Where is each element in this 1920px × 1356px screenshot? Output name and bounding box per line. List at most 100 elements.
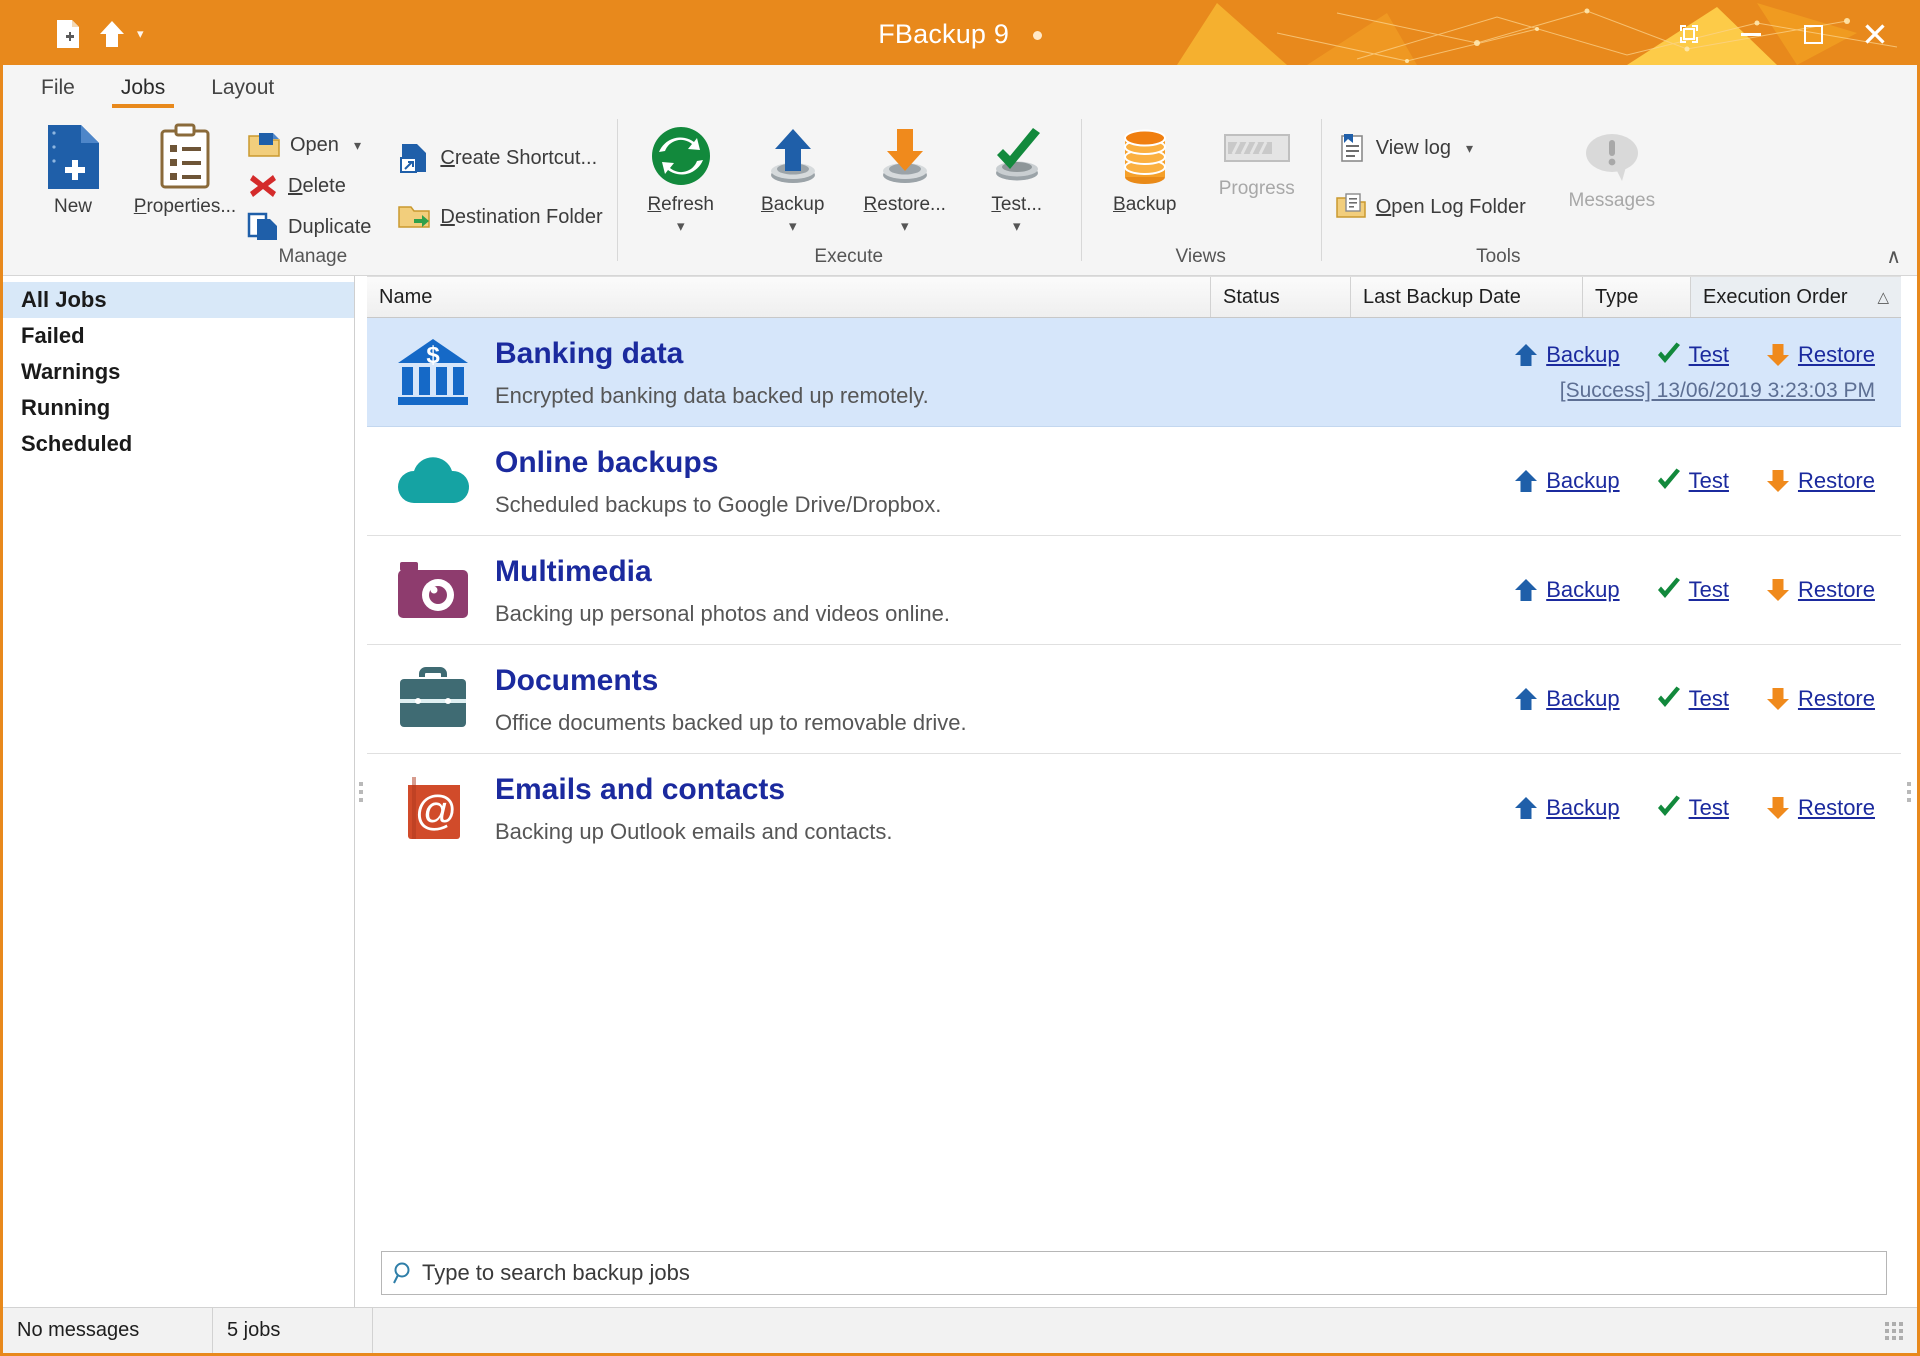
jobs-column-header: Name Status Last Backup Date Type Execut… <box>367 276 1901 318</box>
check-icon <box>1657 468 1680 489</box>
search-icon <box>393 1262 410 1284</box>
maximize-icon <box>1803 24 1823 44</box>
job-actions: Backup Test Restore <box>1401 577 1901 603</box>
row-restore-action[interactable]: Restore <box>1765 468 1875 494</box>
messages-button-label: Messages <box>1568 190 1656 211</box>
column-header-type[interactable]: Type <box>1583 277 1691 317</box>
left-splitter[interactable] <box>355 276 367 1307</box>
test-button[interactable]: Test... ▾ <box>963 117 1071 234</box>
main-area: All Jobs Failed Warnings Running Schedul… <box>3 276 1917 1307</box>
row-backup-action[interactable]: Backup <box>1513 468 1620 494</box>
row-restore-action[interactable]: Restore <box>1765 342 1875 368</box>
row-test-action[interactable]: Test <box>1656 577 1729 603</box>
restore-down-button[interactable] <box>1661 10 1717 58</box>
table-row[interactable]: Multimedia Backing up personal photos an… <box>367 536 1901 645</box>
table-row[interactable]: Documents Office documents backed up to … <box>367 645 1901 754</box>
open-log-folder-button[interactable]: Open Log Folder <box>1331 191 1530 223</box>
job-last-backup-status[interactable]: [Success] 13/06/2019 3:23:03 PM <box>1401 379 1875 403</box>
row-test-action[interactable]: Test <box>1656 468 1729 494</box>
row-restore-label: Restore <box>1797 795 1875 820</box>
row-test-label: Test <box>1688 468 1729 493</box>
job-actions: Backup Test Restore [Success] 13/06/2019… <box>1401 342 1901 403</box>
column-header-name[interactable]: Name <box>367 277 1211 317</box>
row-backup-action[interactable]: Backup <box>1513 795 1620 821</box>
restore-down-icon <box>1680 25 1698 43</box>
close-button[interactable]: ✕ <box>1847 10 1903 58</box>
chevron-down-icon[interactable]: ▾ <box>354 137 361 154</box>
camera-icon <box>393 550 473 630</box>
sidebar-item-running[interactable]: Running <box>3 390 354 426</box>
table-row[interactable]: $ Banking data Encrypted banking data ba… <box>367 318 1901 427</box>
tab-file[interactable]: File <box>21 72 95 109</box>
row-test-action[interactable]: Test <box>1656 795 1729 821</box>
right-splitter[interactable] <box>1901 276 1917 1307</box>
search-box[interactable]: Type to search backup jobs <box>381 1251 1887 1295</box>
column-header-execution-order[interactable]: Execution Order △ <box>1691 277 1901 317</box>
test-button-label: Test... <box>991 194 1043 215</box>
job-actions: Backup Test Restore <box>1401 686 1901 712</box>
sidebar-item-scheduled[interactable]: Scheduled <box>3 426 354 462</box>
sidebar-item-all-jobs[interactable]: All Jobs <box>3 282 354 318</box>
check-icon <box>1657 686 1680 707</box>
row-backup-action[interactable]: Backup <box>1513 342 1620 368</box>
restore-button-label: Restore... <box>863 194 946 215</box>
destination-folder-button[interactable]: Destination Folder <box>393 201 606 233</box>
open-button[interactable]: Open ▾ <box>243 129 375 161</box>
new-button-label: New <box>53 196 92 217</box>
maximize-button[interactable] <box>1785 10 1841 58</box>
chevron-down-icon[interactable]: ▾ <box>901 219 909 234</box>
row-backup-label: Backup <box>1546 795 1620 820</box>
ribbon-group-tools: View log ▾ Open Log Folder Messages Tool… <box>1320 109 1676 275</box>
restore-button[interactable]: Restore... ▾ <box>851 117 959 234</box>
chevron-down-icon[interactable]: ▾ <box>137 26 144 42</box>
open-folder-icon <box>247 130 281 160</box>
backup-icon[interactable] <box>95 17 129 51</box>
column-header-status[interactable]: Status <box>1211 277 1351 317</box>
table-row[interactable]: Online backups Scheduled backups to Goog… <box>367 427 1901 536</box>
delete-button[interactable]: Delete <box>243 170 375 202</box>
new-job-icon[interactable] <box>51 17 85 51</box>
properties-button[interactable]: Properties... <box>131 117 239 218</box>
chevron-down-icon[interactable]: ▾ <box>1466 140 1473 157</box>
backup-execute-button[interactable]: Backup ▾ <box>739 117 847 234</box>
column-header-last-backup-date[interactable]: Last Backup Date <box>1351 277 1583 317</box>
row-test-action[interactable]: Test <box>1656 342 1729 368</box>
views-backup-button[interactable]: Backup <box>1091 117 1199 216</box>
row-test-action[interactable]: Test <box>1656 686 1729 712</box>
new-button[interactable]: New <box>19 117 127 218</box>
row-restore-action[interactable]: Restore <box>1765 577 1875 603</box>
status-resize-area[interactable] <box>373 1308 1917 1353</box>
collapse-ribbon-button[interactable]: ∧ <box>1886 244 1901 269</box>
ribbon-group-label-execute: Execute <box>814 246 884 267</box>
duplicate-button[interactable]: Duplicate <box>243 211 375 243</box>
backup-up-arrow-icon <box>760 123 826 189</box>
refresh-button[interactable]: Refresh ▾ <box>627 117 735 234</box>
briefcase-icon <box>393 659 473 739</box>
row-backup-action[interactable]: Backup <box>1513 577 1620 603</box>
shortcut-icon <box>397 142 431 174</box>
ribbon-content: New Properties... Open ▾ Delete Duplicat… <box>3 109 1917 275</box>
chevron-down-icon[interactable]: ▾ <box>789 219 797 234</box>
job-title: Multimedia <box>495 554 652 588</box>
minimize-button[interactable] <box>1723 10 1779 58</box>
search-input[interactable]: Type to search backup jobs <box>422 1260 690 1286</box>
row-test-label: Test <box>1688 577 1729 602</box>
delete-x-icon <box>247 171 279 201</box>
row-restore-action[interactable]: Restore <box>1765 686 1875 712</box>
clipboard-icon <box>156 123 214 191</box>
sidebar-item-warnings[interactable]: Warnings <box>3 354 354 390</box>
ribbon-group-manage: New Properties... Open ▾ Delete Duplicat… <box>9 109 617 275</box>
tab-jobs[interactable]: Jobs <box>101 72 185 109</box>
view-log-button[interactable]: View log ▾ <box>1331 131 1530 165</box>
row-backup-action[interactable]: Backup <box>1513 686 1620 712</box>
row-restore-action[interactable]: Restore <box>1765 795 1875 821</box>
tools-small-column: View log ▾ Open Log Folder <box>1331 117 1530 223</box>
job-actions: Backup Test Restore <box>1401 795 1901 821</box>
restore-down-arrow-icon <box>872 123 938 189</box>
chevron-down-icon[interactable]: ▾ <box>1013 219 1021 234</box>
sidebar-item-failed[interactable]: Failed <box>3 318 354 354</box>
table-row[interactable]: @ Emails and contacts Backing up Outlook… <box>367 754 1901 862</box>
chevron-down-icon[interactable]: ▾ <box>677 219 685 234</box>
tab-layout[interactable]: Layout <box>191 72 294 109</box>
create-shortcut-button[interactable]: Create Shortcut... <box>393 141 606 175</box>
